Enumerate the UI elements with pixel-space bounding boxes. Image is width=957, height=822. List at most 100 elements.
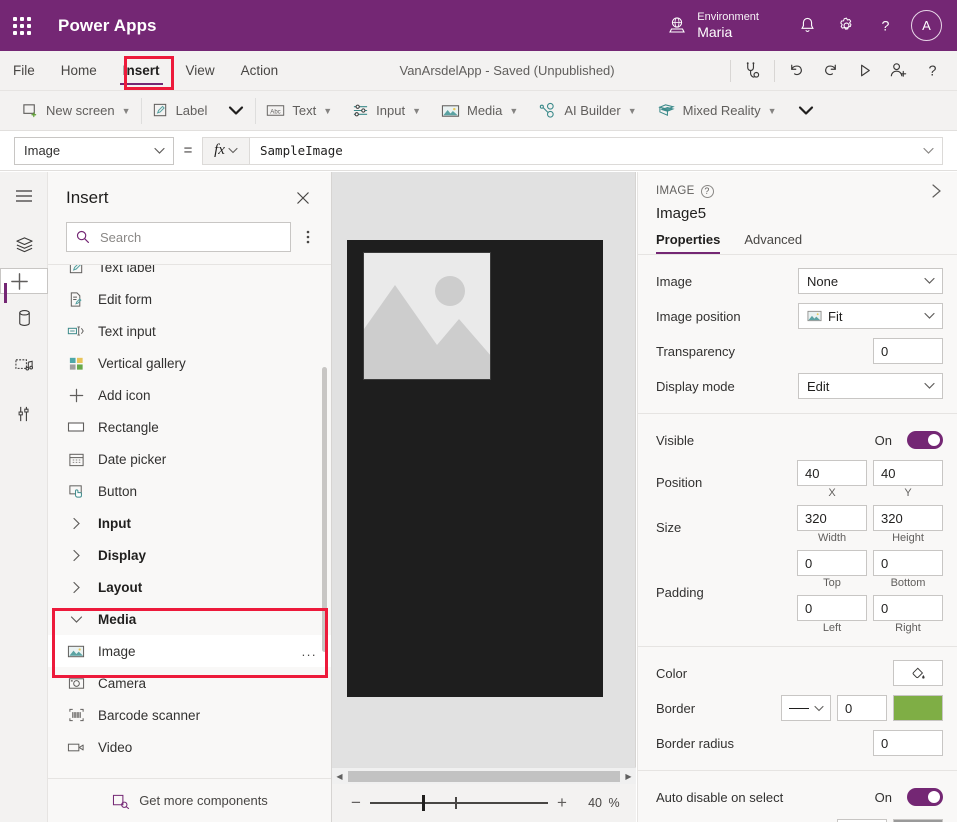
scrollbar-thumb[interactable]: [348, 771, 620, 782]
border-color-swatch[interactable]: [893, 695, 943, 721]
insert-item-rectangle[interactable]: Rectangle: [48, 411, 331, 443]
position-y-input[interactable]: 40: [873, 460, 943, 486]
close-icon[interactable]: [291, 186, 315, 210]
avatar[interactable]: A: [911, 10, 942, 41]
rail-hamburger-menu[interactable]: [0, 172, 48, 220]
insert-item-barcode-scanner[interactable]: Barcode scanner: [48, 699, 331, 731]
formula-input[interactable]: SampleImage: [250, 137, 943, 165]
ribbon-mixed-reality[interactable]: Mixed Reality ▼: [647, 91, 787, 131]
tab-file[interactable]: File: [0, 51, 48, 91]
border-style-select[interactable]: [781, 695, 831, 721]
insert-item-edit-form[interactable]: Edit form: [48, 283, 331, 315]
fx-button[interactable]: fx: [202, 137, 250, 165]
property-select[interactable]: Image: [14, 137, 174, 165]
image-position-select[interactable]: Fit: [798, 303, 943, 329]
padding-right-input[interactable]: 0: [873, 595, 943, 621]
caret-right-icon[interactable]: ▶: [621, 772, 636, 781]
size-width-input[interactable]: 320: [797, 505, 867, 531]
insert-item-vertical-gallery[interactable]: Vertical gallery: [48, 347, 331, 379]
chevron-down-icon[interactable]: ▼: [122, 106, 131, 116]
question-circle-icon[interactable]: ?: [701, 185, 714, 198]
color-picker-button[interactable]: [893, 660, 943, 686]
zoom-slider[interactable]: [370, 794, 548, 812]
chevron-down-icon[interactable]: ▼: [323, 106, 332, 116]
padding-bottom-input[interactable]: 0: [873, 550, 943, 576]
rail-tree-view[interactable]: [0, 220, 48, 268]
app-launcher-icon[interactable]: [0, 17, 44, 35]
image-placeholder-icon[interactable]: [363, 252, 491, 380]
insert-item-add-icon[interactable]: Add icon: [48, 379, 331, 411]
border-radius-input[interactable]: 0: [873, 730, 943, 756]
canvas-horizontal-scrollbar[interactable]: ◀ ▶: [332, 767, 636, 784]
property-row-image-position: Image position Fit: [656, 301, 943, 331]
rail-insert[interactable]: [0, 268, 48, 294]
insert-group-display[interactable]: Display: [48, 539, 331, 571]
preview-play-icon[interactable]: [848, 56, 881, 86]
size-height-input[interactable]: 320: [873, 505, 943, 531]
insert-item-list[interactable]: Text label Edit form Text input Vertical…: [48, 265, 331, 762]
padding-left-input[interactable]: 0: [797, 595, 867, 621]
insert-item-camera[interactable]: Camera: [48, 667, 331, 699]
ribbon-ai-builder[interactable]: AI Builder ▼: [528, 91, 646, 131]
caret-left-icon[interactable]: ◀: [332, 772, 347, 781]
tab-properties[interactable]: Properties: [656, 232, 728, 254]
label-gallery-chevron-icon[interactable]: [217, 91, 255, 131]
question-icon[interactable]: ?: [867, 8, 903, 44]
chevron-right-icon[interactable]: [930, 183, 943, 199]
zoom-in-button[interactable]: +: [548, 793, 576, 813]
chevron-down-icon[interactable]: ▼: [628, 106, 637, 116]
share-user-icon[interactable]: [882, 56, 915, 86]
insert-item-date-picker[interactable]: Date picker: [48, 443, 331, 475]
ribbon-overflow-chevron-icon[interactable]: [787, 91, 825, 131]
padding-top-input[interactable]: 0: [797, 550, 867, 576]
border-width-input[interactable]: 0: [837, 695, 887, 721]
visible-toggle[interactable]: [907, 431, 943, 449]
insert-item-video[interactable]: Video: [48, 731, 331, 762]
insert-group-layout[interactable]: Layout: [48, 571, 331, 603]
chevron-down-icon[interactable]: ▼: [509, 106, 518, 116]
environment-picker[interactable]: Environment Maria: [666, 11, 759, 40]
redo-icon[interactable]: [814, 56, 847, 86]
tab-action[interactable]: Action: [228, 51, 292, 91]
app-checker-icon[interactable]: [736, 56, 769, 86]
ribbon-text[interactable]: Abc Text ▼: [256, 91, 342, 131]
ribbon-input[interactable]: Input ▼: [342, 91, 431, 131]
bell-icon[interactable]: [789, 8, 825, 44]
undo-icon[interactable]: [780, 56, 813, 86]
tab-insert[interactable]: Insert: [110, 51, 173, 91]
insert-group-media[interactable]: Media: [48, 603, 331, 635]
search-input[interactable]: [66, 222, 291, 252]
zoom-out-button[interactable]: −: [342, 793, 370, 813]
rail-advanced-tools[interactable]: [0, 390, 48, 438]
insert-list-scrollbar[interactable]: [322, 367, 327, 652]
zoom-slider-thumb[interactable]: [422, 795, 425, 811]
image-select[interactable]: None: [798, 268, 943, 294]
get-more-components-button[interactable]: Get more components: [48, 778, 332, 822]
help-question-icon[interactable]: ?: [916, 56, 949, 86]
gear-icon[interactable]: [828, 8, 864, 44]
transparency-input[interactable]: 0: [873, 338, 943, 364]
insert-group-input[interactable]: Input: [48, 507, 331, 539]
rail-media[interactable]: [0, 342, 48, 390]
position-x-input[interactable]: 40: [797, 460, 867, 486]
insert-item-text-label[interactable]: Text label: [48, 265, 331, 283]
chevron-down-icon[interactable]: [923, 147, 934, 155]
chevron-down-icon[interactable]: ▼: [768, 106, 777, 116]
insert-item-overflow-icon[interactable]: ...: [302, 644, 317, 659]
more-vertical-icon[interactable]: [295, 223, 321, 251]
rail-data[interactable]: [0, 294, 48, 342]
insert-item-button[interactable]: Button: [48, 475, 331, 507]
insert-item-image[interactable]: Image ...: [48, 635, 331, 667]
ribbon-media[interactable]: Media ▼: [431, 91, 528, 131]
tab-view[interactable]: View: [173, 51, 228, 91]
tab-advanced[interactable]: Advanced: [744, 232, 810, 254]
search-field[interactable]: [98, 229, 281, 246]
app-screen-preview[interactable]: [347, 240, 603, 697]
chevron-down-icon[interactable]: ▼: [412, 106, 421, 116]
tab-home[interactable]: Home: [48, 51, 110, 91]
auto-disable-toggle[interactable]: [907, 788, 943, 806]
insert-item-text-input[interactable]: Text input: [48, 315, 331, 347]
display-mode-select[interactable]: Edit: [798, 373, 943, 399]
ribbon-new-screen[interactable]: New screen ▼: [0, 91, 141, 131]
ribbon-label[interactable]: Label: [142, 91, 218, 131]
